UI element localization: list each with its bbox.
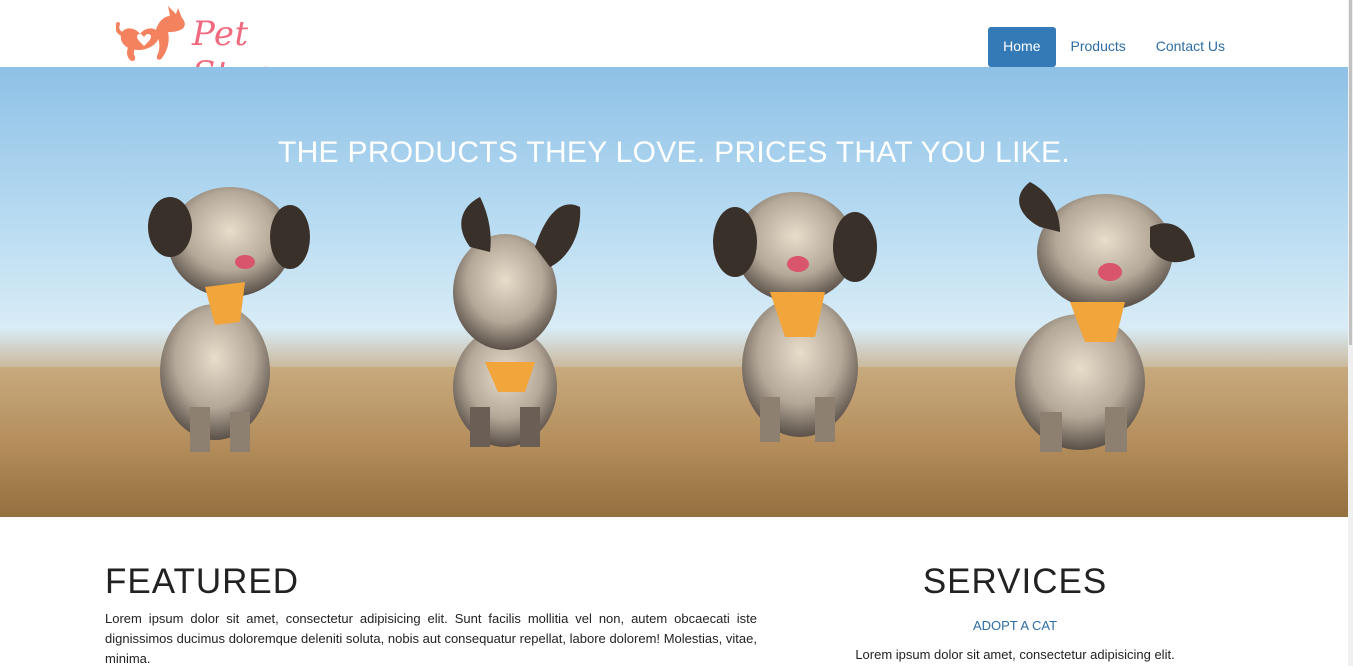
services-text: Lorem ipsum dolor sit amet, consectetur …	[855, 647, 1175, 662]
nav-products-link[interactable]: Products	[1056, 27, 1141, 67]
featured-text: Lorem ipsum dolor sit amet, consectetur …	[105, 611, 757, 666]
main-nav: Home Products Contact Us	[988, 27, 1240, 67]
services-heading: SERVICES	[922, 562, 1108, 601]
hero-image	[0, 182, 1348, 517]
scrollbar-thumb[interactable]	[1349, 0, 1352, 345]
dog-heart-icon	[116, 6, 185, 61]
hero-banner: THE PRODUCTS THEY LOVE. PRICES THAT YOU …	[0, 67, 1348, 517]
featured-heading: FEATURED	[105, 562, 300, 601]
brand-logo[interactable]: Pet Store	[116, 4, 326, 94]
services-section: SERVICES ADOPT A CAT Lorem ipsum dolor s…	[830, 562, 1200, 665]
nav-home-link[interactable]: Home	[988, 27, 1056, 67]
featured-section: FEATURED Lorem ipsum dolor sit amet, con…	[105, 562, 757, 669]
navbar: Pet Store Home Products Contact Us	[0, 0, 1348, 94]
nav-contact-link[interactable]: Contact Us	[1141, 27, 1240, 67]
adopt-a-cat-link[interactable]: ADOPT A CAT	[830, 618, 1200, 633]
hero-title: THE PRODUCTS THEY LOVE. PRICES THAT YOU …	[277, 136, 1071, 169]
page-scrollbar[interactable]	[1348, 0, 1353, 666]
